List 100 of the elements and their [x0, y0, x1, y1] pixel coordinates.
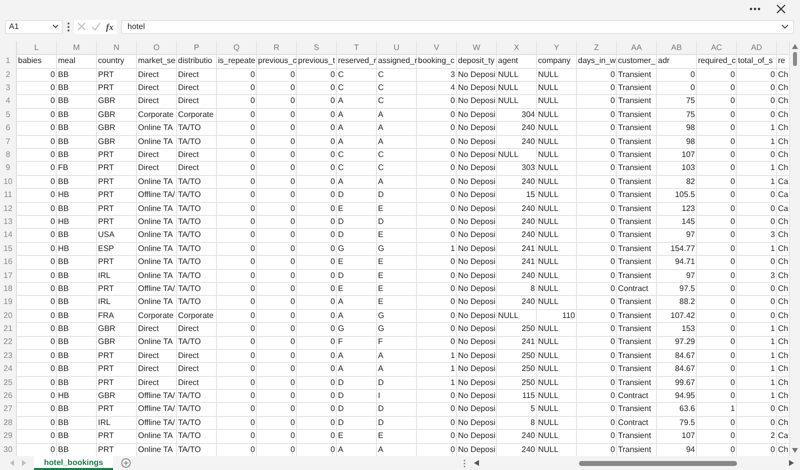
column-header[interactable]: R: [257, 40, 297, 56]
row-header[interactable]: 3: [0, 81, 17, 96]
table-cell: 0: [297, 134, 337, 150]
table-cell: 0: [217, 228, 257, 243]
table-cell: 0: [297, 335, 337, 350]
row-header[interactable]: 16: [0, 255, 17, 270]
row-header[interactable]: 30: [0, 442, 17, 456]
column-header[interactable]: U: [377, 40, 417, 56]
table-cell: 0: [17, 214, 57, 230]
table-cell: 0: [417, 202, 457, 216]
table-cell: 0: [17, 148, 57, 162]
column-header[interactable]: L: [17, 40, 57, 56]
column-header[interactable]: AD: [737, 40, 777, 56]
column-header[interactable]: X: [497, 40, 537, 56]
drag-handle-icon[interactable]: [67, 22, 70, 32]
table-cell: A: [337, 94, 377, 109]
table-cell: E: [337, 282, 377, 296]
table-cell: BB: [57, 134, 97, 150]
row-header[interactable]: 12: [0, 202, 17, 216]
name-box[interactable]: A1: [5, 20, 63, 34]
table-cell: 0: [697, 134, 737, 150]
table-cell: 0: [297, 308, 337, 324]
table-cell: No Deposi: [457, 134, 497, 150]
table-cell: Direct: [137, 68, 177, 82]
row-header[interactable]: 11: [0, 188, 17, 203]
add-sheet-icon[interactable]: [121, 458, 132, 468]
table-cell: No Deposi: [457, 148, 497, 162]
formula-field[interactable]: hotel: [120, 20, 794, 34]
more-icon[interactable]: [749, 6, 761, 11]
table-cell: 0: [257, 121, 297, 136]
table-cell: BB: [57, 282, 97, 296]
table-cell: 1: [737, 134, 777, 150]
column-header[interactable]: AA: [617, 40, 657, 56]
table-cell: 107: [657, 429, 697, 444]
row-header[interactable]: 29: [0, 429, 17, 444]
table-cell: 0: [17, 255, 57, 270]
table-cell: F: [337, 335, 377, 350]
scroll-left-icon[interactable]: [474, 460, 479, 466]
row-header[interactable]: 19: [0, 295, 17, 310]
table-cell: 94.95: [657, 389, 697, 404]
table-cell: 241: [497, 242, 537, 256]
table-cell: PRT: [97, 376, 137, 390]
column-header[interactable]: Y: [537, 40, 577, 56]
table-cell: 0: [737, 295, 777, 310]
table-cell: Online TA: [137, 174, 177, 190]
table-cell: 8: [497, 416, 537, 430]
column-header[interactable]: AB: [657, 40, 697, 56]
row-header[interactable]: 17: [0, 268, 17, 283]
column-header[interactable]: Z: [577, 40, 617, 56]
row-header[interactable]: 1: [0, 54, 17, 69]
row-header[interactable]: 22: [0, 335, 17, 350]
row-header[interactable]: 4: [0, 94, 17, 109]
table-cell: 0: [217, 416, 257, 430]
column-header[interactable]: AC: [697, 40, 737, 56]
table-cell: Offline TA/: [137, 188, 177, 203]
table-cell: E: [377, 202, 417, 216]
row-header[interactable]: 24: [0, 362, 17, 377]
close-icon[interactable]: [776, 4, 786, 14]
table-cell: 0: [17, 121, 57, 136]
table-cell: 241: [497, 335, 537, 350]
scroll-right-icon[interactable]: [789, 460, 794, 466]
sheet-tab[interactable]: hotel_bookings: [34, 456, 114, 470]
column-header[interactable]: V: [417, 40, 457, 56]
table-cell: 0: [217, 335, 257, 350]
column-header[interactable]: T: [337, 40, 377, 56]
scroll-down-icon[interactable]: [792, 448, 798, 453]
table-cell: PRT: [97, 429, 137, 444]
table-cell: 0: [257, 228, 297, 243]
table-cell: C: [377, 68, 417, 82]
table-cell: IRL: [97, 295, 137, 310]
table-cell: 0: [737, 148, 777, 162]
table-cell: No Deposi: [457, 228, 497, 243]
row-header[interactable]: 26: [0, 389, 17, 404]
column-header[interactable]: M: [57, 40, 97, 56]
table-cell: A: [337, 308, 377, 324]
table-cell: D: [377, 402, 417, 417]
column-header[interactable]: P: [177, 40, 217, 56]
table-cell: TA/TO: [177, 174, 217, 190]
table-cell: Transient: [617, 295, 657, 310]
table-cell: Transient: [617, 376, 657, 390]
row-header[interactable]: 14: [0, 228, 17, 243]
table-cell: 0: [577, 295, 617, 310]
column-header[interactable]: O: [137, 40, 177, 56]
column-header[interactable]: Q: [217, 40, 257, 56]
splitter-icon[interactable]: [463, 458, 466, 468]
table-cell: 0: [697, 416, 737, 430]
table-cell: 0: [217, 362, 257, 377]
insert-function-button[interactable]: fx: [106, 22, 114, 32]
column-header[interactable]: N: [97, 40, 137, 56]
table-cell: E: [377, 429, 417, 444]
row-header[interactable]: 27: [0, 402, 17, 417]
row-header[interactable]: 9: [0, 161, 17, 176]
row-header[interactable]: 8: [0, 148, 17, 162]
check-icon[interactable]: [91, 22, 101, 32]
column-header[interactable]: W: [457, 40, 497, 56]
column-header[interactable]: S: [297, 40, 337, 56]
table-cell: BB: [57, 348, 97, 364]
table-cell: BB: [57, 202, 97, 216]
scroll-up-icon[interactable]: [792, 44, 798, 49]
row-header[interactable]: 6: [0, 121, 17, 136]
